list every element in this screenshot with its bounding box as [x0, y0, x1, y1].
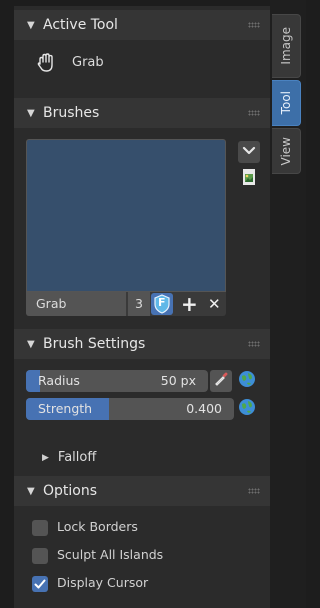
lock-borders-checkbox[interactable] — [32, 520, 48, 536]
brushes-title: Brushes — [43, 105, 100, 121]
hand-grab-icon — [36, 52, 56, 74]
globe-icon — [237, 397, 257, 421]
chevron-down-icon — [242, 145, 256, 160]
active-tool-name[interactable]: Grab — [72, 55, 104, 70]
radius-label: Radius — [38, 373, 80, 388]
new-brush-button[interactable]: + — [176, 292, 200, 316]
brush-preview-grid[interactable] — [26, 139, 226, 292]
plus-icon: + — [181, 292, 198, 316]
eyedropper-icon — [213, 371, 229, 391]
drag-grip-icon[interactable] — [248, 22, 260, 28]
brush-name-field[interactable]: Grab — [26, 292, 126, 316]
tab-view-label: View — [279, 136, 293, 166]
collapse-triangle-icon: ▼ — [27, 107, 35, 119]
strength-pressure-button[interactable] — [236, 398, 258, 420]
sculpt-all-islands-label[interactable]: Sculpt All Islands — [57, 547, 163, 562]
falloff-label: Falloff — [57, 450, 97, 465]
expand-triangle-icon: ▶ — [42, 452, 49, 463]
radius-field[interactable]: Radius 50 px — [26, 370, 208, 392]
active-tool-title: Active Tool — [43, 17, 118, 33]
close-icon: ✕ — [208, 295, 221, 313]
falloff-subpanel-header[interactable]: ▶ Falloff — [42, 450, 96, 465]
drag-grip-icon[interactable] — [248, 110, 260, 116]
radius-pressure-button[interactable] — [236, 370, 258, 392]
radius-value: 50 px — [160, 373, 196, 388]
sculpt-all-islands-checkbox[interactable] — [32, 548, 48, 564]
display-cursor-checkbox[interactable] — [32, 576, 48, 592]
collapse-triangle-icon: ▼ — [27, 485, 35, 497]
globe-icon — [237, 369, 257, 393]
tab-view[interactable]: View — [272, 128, 301, 174]
brush-name: Grab — [36, 296, 67, 311]
brush-image-button[interactable] — [238, 168, 260, 190]
strength-value: 0.400 — [186, 401, 222, 416]
strength-field[interactable]: Strength 0.400 — [26, 398, 234, 420]
brush-datablock-row: Grab 3 F + ✕ — [26, 292, 226, 316]
collapse-triangle-icon: ▼ — [27, 338, 35, 350]
user-count: 3 — [135, 296, 143, 311]
unlink-brush-button[interactable]: ✕ — [202, 292, 226, 316]
options-title: Options — [43, 483, 98, 499]
drag-grip-icon[interactable] — [248, 488, 260, 494]
drag-grip-icon[interactable] — [248, 341, 260, 347]
fake-user-button[interactable]: F — [151, 293, 173, 315]
strength-label: Strength — [38, 401, 93, 416]
expand-brush-list-button[interactable] — [238, 141, 260, 163]
brush-image-icon — [240, 168, 258, 190]
brushes-header[interactable]: ▼ Brushes — [14, 98, 270, 128]
display-cursor-label[interactable]: Display Cursor — [57, 575, 148, 590]
lock-borders-label[interactable]: Lock Borders — [57, 519, 138, 534]
active-tool-header[interactable]: ▼ Active Tool — [14, 10, 270, 40]
fake-user-letter: F — [158, 296, 166, 309]
brush-settings-header[interactable]: ▼ Brush Settings — [14, 329, 270, 359]
sidebar-tab-strip: Image Tool View — [270, 0, 306, 608]
tab-image[interactable]: Image — [272, 14, 301, 78]
tab-tool[interactable]: Tool — [272, 80, 301, 126]
tool-settings-panel: ▼ Active Tool Grab ▼ Brushes Grab 3 F + … — [14, 6, 270, 608]
radius-unit-button[interactable] — [210, 370, 232, 392]
checkmark-icon — [32, 579, 48, 596]
options-header[interactable]: ▼ Options — [14, 476, 270, 506]
brush-settings-title: Brush Settings — [43, 336, 146, 352]
collapse-triangle-icon: ▼ — [27, 19, 35, 31]
tab-image-label: Image — [279, 27, 293, 65]
user-count-button[interactable]: 3 — [128, 292, 150, 316]
tab-tool-label: Tool — [279, 91, 293, 115]
